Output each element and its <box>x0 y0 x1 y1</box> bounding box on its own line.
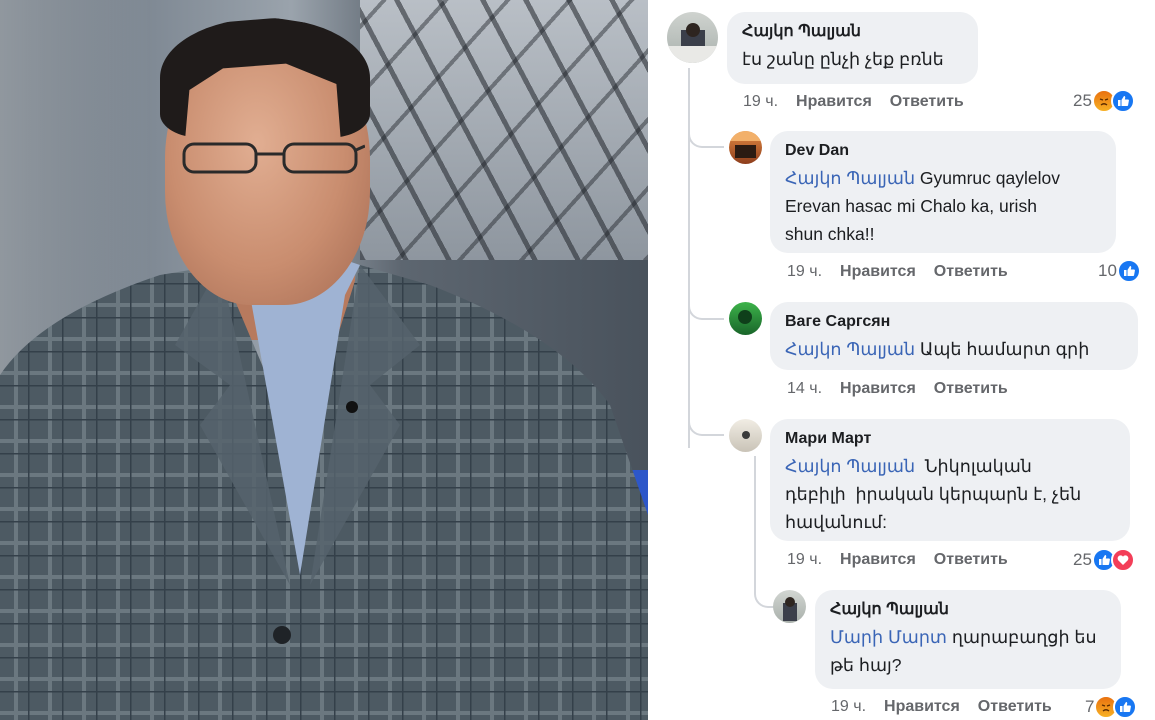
like-button[interactable]: Нравится <box>884 698 960 715</box>
mention-link[interactable]: Մարի Մարտ <box>830 627 947 647</box>
comment-bubble: Հայկո Պալյան էս շանը ընչի չեք բռնե <box>727 12 978 84</box>
comment-time[interactable]: 19 ч. <box>787 263 822 280</box>
reaction-count: 10 <box>1098 261 1117 280</box>
like-button[interactable]: Нравится <box>840 263 916 280</box>
comment-actions: 19 ч. Нравится Ответить <box>787 262 1026 282</box>
comment-bubble: Հայկո Պալյան Մարի Մարտ ղարաբաղցի ես թե հա… <box>815 590 1121 689</box>
comment-time[interactable]: 19 ч. <box>787 551 822 568</box>
comment-author[interactable]: Мари Март <box>785 429 1116 449</box>
comment-text: Հայկո Պալյան Նիկոլական դեբիլի իրական կերպ… <box>785 456 1082 532</box>
mention-link[interactable]: Հայկո Պալյան <box>785 456 915 476</box>
comment-author[interactable]: Dev Dan <box>785 141 1102 161</box>
avatar[interactable] <box>729 302 762 335</box>
avatar[interactable] <box>667 12 718 63</box>
thread-connector <box>688 282 724 320</box>
comment-actions: 14 ч. Нравится Ответить <box>787 379 1026 399</box>
thread-connector <box>688 110 724 148</box>
reply-button[interactable]: Ответить <box>890 93 964 110</box>
background-structure <box>360 0 648 260</box>
glasses <box>182 142 365 174</box>
thread-line-nested <box>754 456 756 586</box>
reaction-summary[interactable]: 7 <box>1085 695 1138 719</box>
comment-time[interactable]: 19 ч. <box>831 698 866 715</box>
comment-actions: 19 ч. Нравится Ответить <box>831 697 1062 717</box>
avatar[interactable] <box>729 131 762 164</box>
like-reaction-icon <box>1110 89 1135 113</box>
mention-link[interactable]: Հայկո Պալյան <box>785 168 915 188</box>
news-photo <box>0 0 648 720</box>
like-reaction-icon <box>1116 259 1141 283</box>
reaction-summary[interactable]: 25 <box>1073 89 1135 113</box>
like-button[interactable]: Нравится <box>796 93 872 110</box>
reaction-count: 7 <box>1085 697 1095 716</box>
reply-button[interactable]: Ответить <box>978 698 1052 715</box>
reaction-summary[interactable]: 25 <box>1073 548 1135 572</box>
avatar[interactable] <box>773 590 806 623</box>
comment-text: Հայկո Պալյան Ապե համարտ գրի <box>785 339 1090 359</box>
comment-time[interactable]: 19 ч. <box>743 93 778 110</box>
comment-bubble: Dev Dan Հայկո Պալյան Gyumruc qaylelov Ere… <box>770 131 1116 253</box>
comment-actions: 19 ч. Нравится Ответить <box>743 92 982 112</box>
reaction-count: 25 <box>1073 550 1092 569</box>
reaction-summary[interactable]: 10 <box>1098 259 1141 283</box>
like-button[interactable]: Нравится <box>840 380 916 397</box>
comment-author[interactable]: Ваге Саргсян <box>785 312 1124 332</box>
love-reaction-icon <box>1110 548 1135 572</box>
reaction-count: 25 <box>1073 91 1092 110</box>
comment-bubble: Ваге Саргсян Հայկո Պալյան Ապե համարտ գրի <box>770 302 1138 370</box>
comment-author[interactable]: Հայկո Պալյան <box>742 22 964 42</box>
comment-time[interactable]: 14 ч. <box>787 380 822 397</box>
comment-text: էս շանը ընչի չեք բռնե <box>742 49 944 69</box>
like-reaction-icon <box>1113 695 1138 719</box>
mention-link[interactable]: Հայկո Պալյան <box>785 339 915 359</box>
reply-button[interactable]: Ответить <box>934 551 1008 568</box>
comment-text: Հայկո Պալյան Gyumruc qaylelov Erevan hasa… <box>785 168 1060 244</box>
comments-panel: Հայկո Պալյան էս շանը ընչի չեք բռնե 19 ч.… <box>648 0 1155 720</box>
avatar[interactable] <box>729 419 762 452</box>
thread-connector <box>688 398 724 436</box>
reply-button[interactable]: Ответить <box>934 263 1008 280</box>
reply-button[interactable]: Ответить <box>934 380 1008 397</box>
like-button[interactable]: Нравится <box>840 551 916 568</box>
comment-text: Մարի Մարտ ղարաբաղցի ես թե հայ? <box>830 627 1097 675</box>
comment-bubble: Мари Март Հայկո Պալյան Նիկոլական դեբիլի ի… <box>770 419 1130 541</box>
comment-actions: 19 ч. Нравится Ответить <box>787 550 1026 570</box>
comment-author[interactable]: Հայկո Պալյան <box>830 600 1107 620</box>
person-suit <box>0 255 648 720</box>
